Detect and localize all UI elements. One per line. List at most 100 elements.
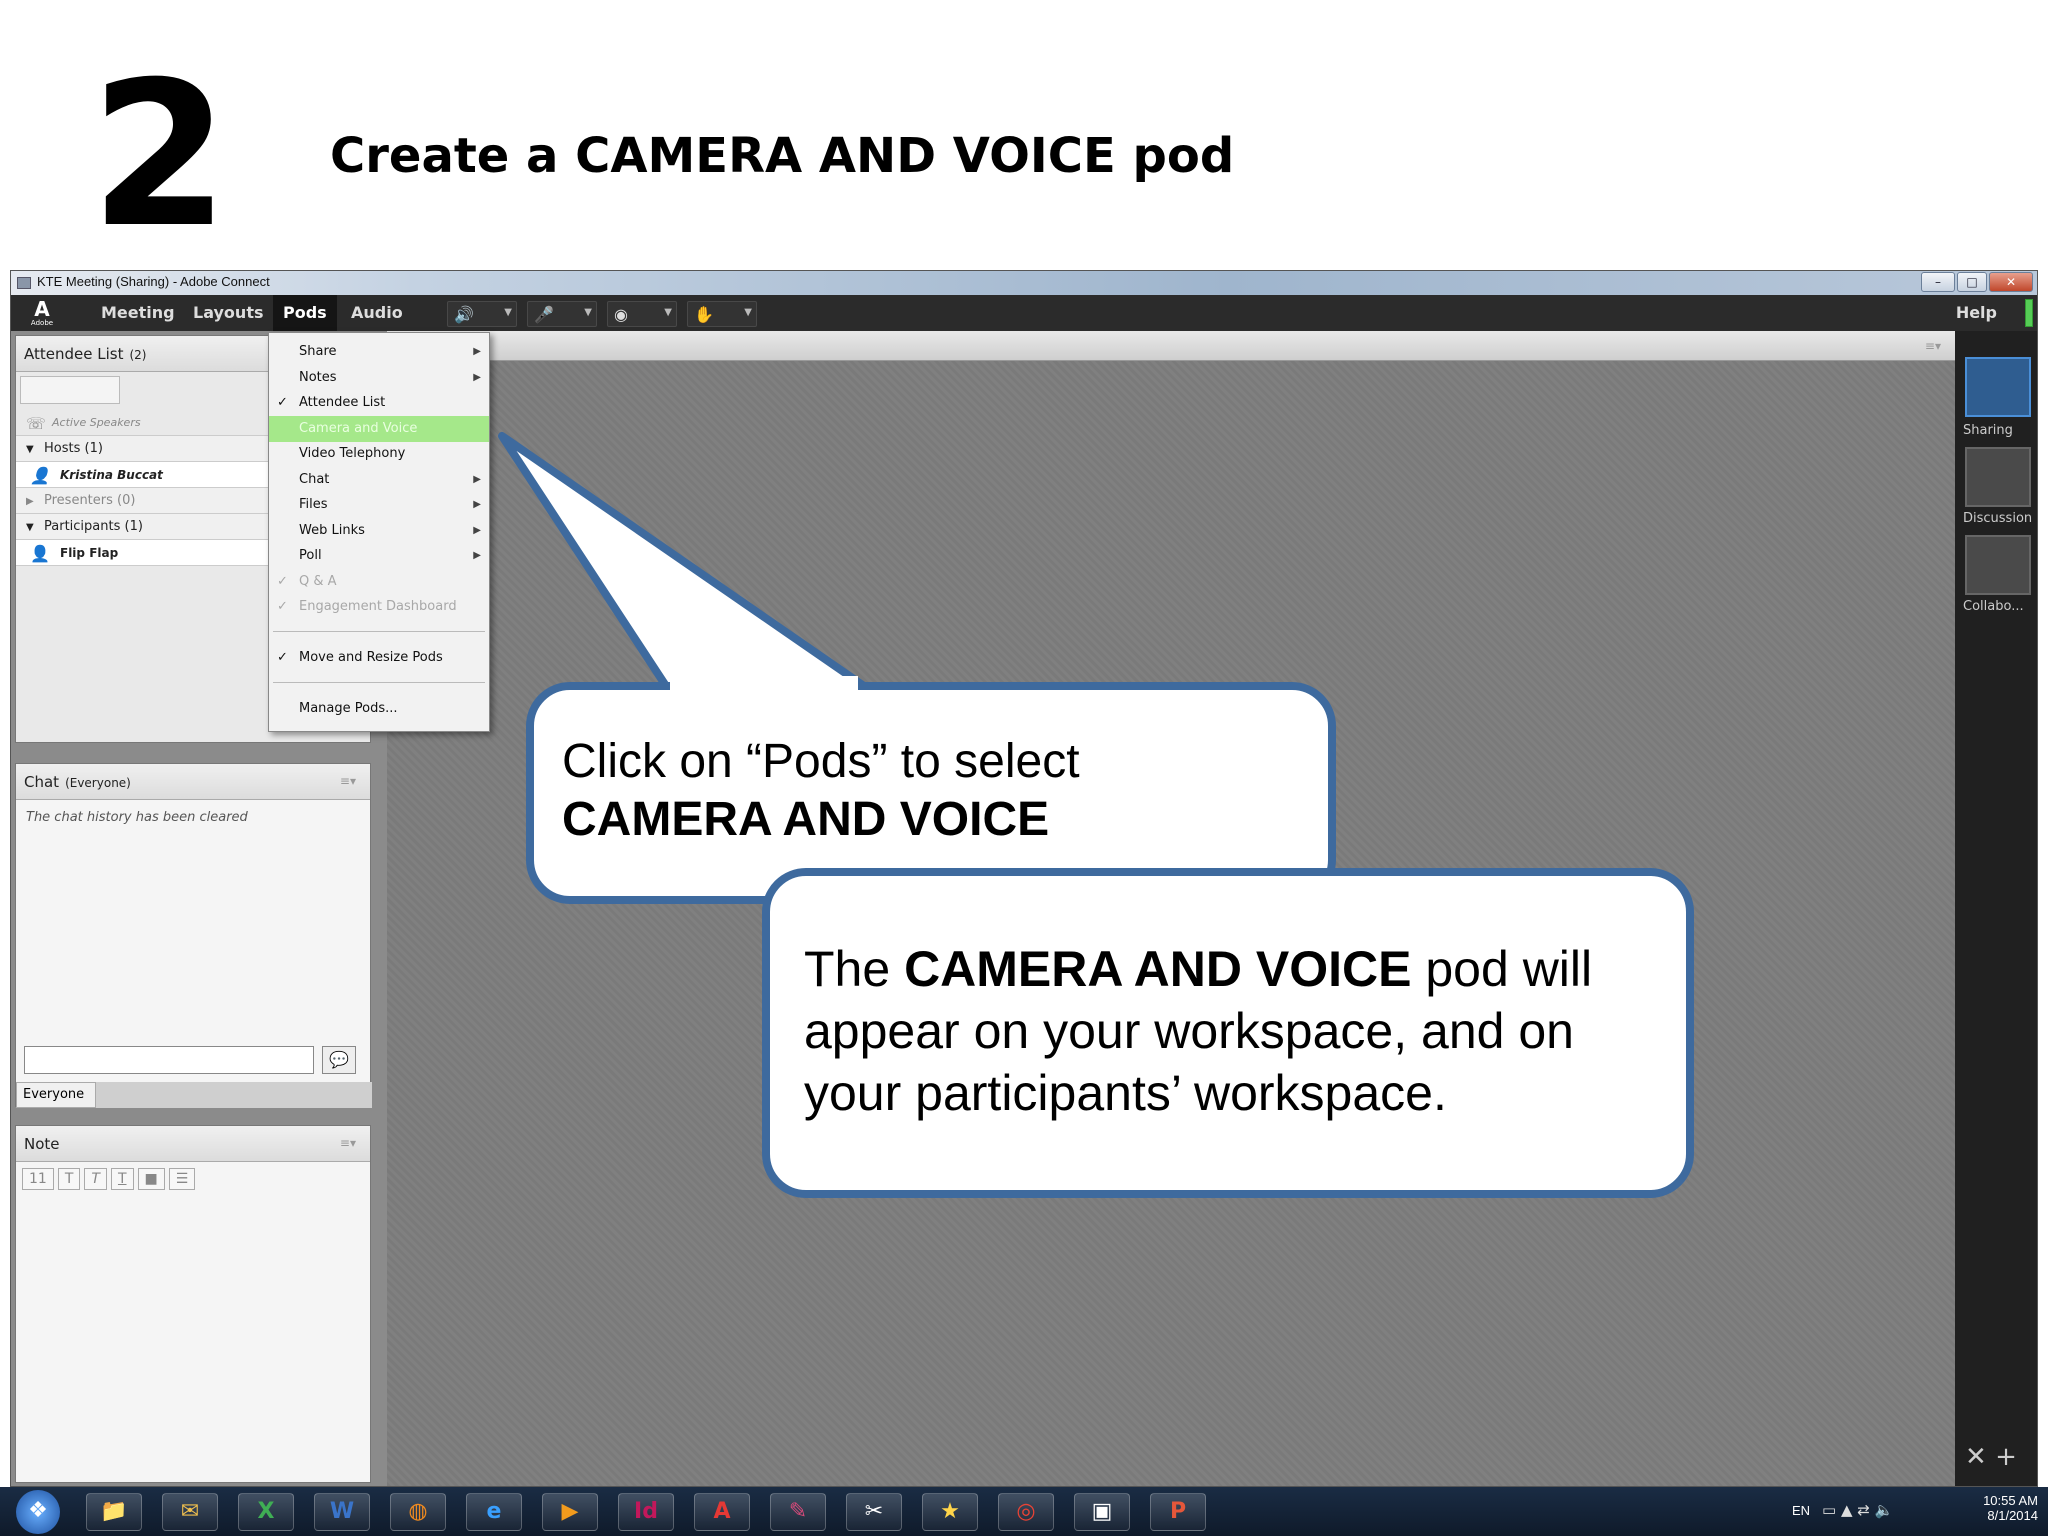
taskbar-app-presentation[interactable]: P — [1150, 1493, 1206, 1531]
taskbar-app-star-app[interactable]: ★ — [922, 1493, 978, 1531]
chevron-down-icon: ▼ — [744, 307, 752, 318]
start-button[interactable]: ❖ — [16, 1490, 60, 1534]
clock[interactable]: 10:55 AM 8/1/2014 — [1983, 1493, 2038, 1523]
taskbar-app-adobe-connect[interactable]: ✎ — [770, 1493, 826, 1531]
submenu-arrow-icon: ▶ — [473, 550, 481, 561]
minimize-button[interactable]: – — [1921, 272, 1955, 292]
taskbar-app-snipping-tool[interactable]: ✂ — [846, 1493, 902, 1531]
chevron-down-icon: ▼ — [504, 307, 512, 318]
callout-1-line-2: CAMERA AND VOICE — [562, 793, 1050, 846]
pods-menu-item-poll[interactable]: Poll ▶ — [269, 543, 489, 569]
hosts-label: Hosts (1) — [44, 441, 103, 456]
submenu-arrow-icon: ▶ — [473, 524, 481, 536]
pods-menu-item-manage-pods[interactable]: Manage Pods... — [269, 696, 489, 722]
pods-menu-item-video-telephony[interactable]: Video Telephony — [269, 441, 489, 467]
taskbar-app-word[interactable]: W — [314, 1493, 370, 1531]
speaker-tool[interactable]: 🔊 ▼ — [447, 301, 517, 327]
webcam-tool[interactable]: ◉ ▼ — [607, 301, 677, 327]
pods-menu-item-files[interactable]: Files ▶ — [269, 492, 489, 518]
taskbar-app-excel[interactable]: X — [238, 1493, 294, 1531]
taskbar-app-chrome[interactable]: ◎ — [998, 1493, 1054, 1531]
menu-audio[interactable]: Audio — [351, 303, 403, 322]
taskbar-app-file-explorer[interactable]: 📁 — [86, 1493, 142, 1531]
taskbar-app-outlook[interactable]: ✉ — [162, 1493, 218, 1531]
pods-menu-item-web-links[interactable]: Web Links ▶ — [269, 518, 489, 544]
bullet-list-icon[interactable]: ☰ — [168, 1168, 196, 1190]
media-player-icon: ▶ — [561, 1499, 579, 1524]
triangle-down-icon: ▼ — [26, 444, 34, 455]
note-pod-header: Note ≡▾ — [16, 1126, 370, 1162]
layouts-panel: Sharing Discussion Collabo... ✕ + — [1955, 331, 2037, 1486]
submenu-arrow-icon: ▶ — [473, 499, 481, 510]
callout-2-text: The CAMERA AND VOICE pod will appear on … — [804, 938, 1664, 1124]
add-layout-icon[interactable]: + — [1995, 1442, 2017, 1472]
checkmark-icon: ✓ — [277, 599, 288, 614]
pods-menu-item-attendee-list[interactable]: ✓ Attendee List — [269, 390, 489, 416]
adobe-connect-icon: ✎ — [788, 1499, 808, 1524]
chat-pod-title: Chat — [24, 773, 60, 791]
taskbar-app-acrobat[interactable]: A — [694, 1493, 750, 1531]
step-number: 2 — [90, 39, 229, 272]
window-title: KTE Meeting (Sharing) - Adobe Connect — [37, 274, 270, 289]
menu-meeting[interactable]: Meeting — [101, 303, 175, 322]
pods-menu-item-camera-and-voice[interactable]: Camera and Voice — [269, 415, 489, 442]
pod-options-icon[interactable]: ≡▾ — [1925, 339, 1941, 353]
italic-icon[interactable]: T — [84, 1168, 107, 1190]
layout-discussion-thumb[interactable] — [1965, 447, 2031, 507]
layout-sharing-thumb[interactable] — [1965, 357, 2031, 417]
chat-history-message: The chat history has been cleared — [26, 810, 248, 825]
pods-menu-item-notes[interactable]: Notes ▶ — [269, 365, 489, 391]
text-color-icon[interactable]: ■ — [137, 1168, 165, 1190]
layout-collaboration-label: Collabo... — [1963, 599, 2024, 614]
callout-2-bold: CAMERA AND VOICE — [904, 941, 1412, 997]
pod-options-icon[interactable]: ≡▾ — [340, 774, 356, 788]
participants-label: Participants (1) — [44, 519, 143, 534]
presenters-label: Presenters (0) — [44, 493, 136, 508]
chevron-down-icon: ▼ — [664, 307, 672, 318]
indesign-icon: Id — [634, 1499, 658, 1524]
layout-collaboration-thumb[interactable] — [1965, 535, 2031, 595]
pods-menu-item-label: Engagement Dashboard — [299, 599, 457, 614]
callout-1-line-1: Click on “Pods” to select — [562, 735, 1080, 788]
taskbar-app-photo-viewer[interactable]: ▣ — [1074, 1493, 1130, 1531]
chat-input[interactable] — [24, 1046, 314, 1074]
participant-user-icon: 👤 — [30, 544, 50, 563]
windows-taskbar: ❖ EN ▭ ▲ ⇄ 🔈 10:55 AM 8/1/2014 📁 ✉ X W ◍ e ▶ Id… — [0, 1487, 2048, 1536]
font-size-select[interactable]: 11 — [22, 1168, 54, 1190]
menu-help[interactable]: Help — [1956, 303, 1997, 322]
underline-icon[interactable]: T — [110, 1168, 134, 1190]
chat-send-button[interactable]: 💬 — [322, 1046, 356, 1074]
attendee-pod-title: Attendee List — [24, 345, 124, 363]
bold-icon[interactable]: T — [57, 1168, 81, 1190]
maximize-button[interactable]: □ — [1957, 272, 1987, 292]
attendee-view-toolbar[interactable] — [20, 376, 120, 404]
submenu-arrow-icon: ▶ — [473, 371, 481, 383]
status-tool[interactable]: ✋ ▼ — [687, 301, 757, 327]
adobe-logo-icon: A Adobe — [27, 299, 57, 329]
menu-layouts[interactable]: Layouts — [193, 303, 263, 322]
taskbar-app-media-player[interactable]: ▶ — [542, 1493, 598, 1531]
close-button[interactable]: ✕ — [1989, 272, 2033, 292]
menu-pods[interactable]: Pods — [273, 295, 337, 331]
language-indicator[interactable]: EN — [1792, 1503, 1810, 1518]
speech-bubble-icon: 💬 — [329, 1050, 349, 1069]
checkmark-icon: ✓ — [277, 573, 288, 589]
pods-menu-item-label: Web Links — [299, 522, 365, 538]
taskbar-app-indesign[interactable]: Id — [618, 1493, 674, 1531]
pods-menu-item-move-and-resize-pods[interactable]: ✓ Move and Resize Pods — [269, 645, 489, 671]
microphone-tool[interactable]: 🎤 ▼ — [527, 301, 597, 327]
pods-menu-item-label: Attendee List — [299, 395, 386, 410]
microphone-icon: 🎤 — [534, 305, 554, 324]
system-tray-icons[interactable]: ▭ ▲ ⇄ 🔈 — [1822, 1501, 1893, 1519]
chat-recipient-tab[interactable]: Everyone — [16, 1082, 96, 1108]
chat-scope: (Everyone) — [65, 776, 131, 790]
pods-menu-item-chat[interactable]: Chat ▶ — [269, 467, 489, 493]
callout-2-prefix: The — [804, 941, 905, 997]
pods-menu-item-label: Q & A — [299, 573, 337, 589]
pods-menu-item-share[interactable]: Share ▶ — [269, 339, 489, 365]
taskbar-app-internet-explorer[interactable]: e — [466, 1493, 522, 1531]
taskbar-app-firefox[interactable]: ◍ — [390, 1493, 446, 1531]
wrench-icon[interactable]: ✕ — [1965, 1442, 1987, 1472]
active-speakers-label: Active Speakers — [52, 416, 141, 429]
pod-options-icon[interactable]: ≡▾ — [340, 1136, 356, 1150]
